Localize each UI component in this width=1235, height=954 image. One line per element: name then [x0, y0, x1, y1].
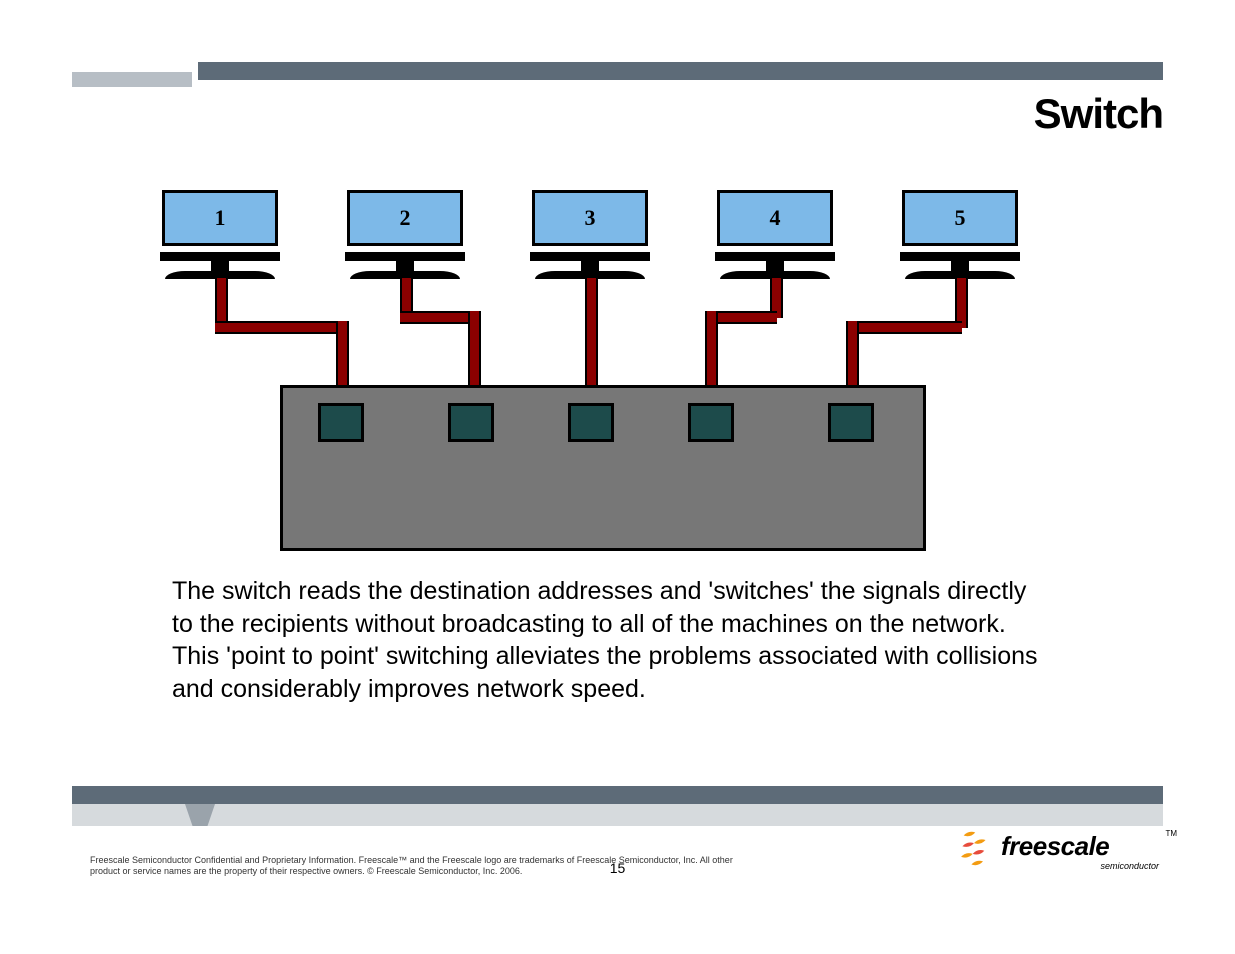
footer-accent-light	[72, 804, 1163, 826]
footer-accent-dark	[72, 786, 1163, 804]
monitor-label: 5	[955, 205, 966, 231]
logo-subtitle: semiconductor	[1100, 861, 1159, 871]
header-accent-dark	[198, 62, 1163, 80]
logo-tm: TM	[1165, 829, 1177, 838]
switch-port	[828, 403, 874, 442]
page-title: Switch	[1034, 90, 1163, 138]
freescale-logo: freescale semiconductor TM	[953, 825, 1163, 869]
monitor-label: 4	[770, 205, 781, 231]
freescale-logo-icon	[953, 825, 997, 869]
cable-segment	[846, 321, 962, 334]
logo-brand: freescale	[1001, 835, 1109, 858]
network-switch-diagram: 1 2 3 4 5	[150, 190, 1030, 560]
switch-port	[318, 403, 364, 442]
cable-segment	[400, 311, 475, 324]
switch-port	[448, 403, 494, 442]
monitor-label: 3	[585, 205, 596, 231]
paragraph-1: The switch reads the destination address…	[172, 575, 1042, 640]
monitor-4: 4	[705, 190, 845, 279]
header-accent-light	[72, 72, 192, 87]
paragraph-2: This 'point to point' switching alleviat…	[172, 640, 1042, 705]
monitor-2: 2	[335, 190, 475, 279]
body-text: The switch reads the destination address…	[172, 575, 1042, 705]
monitor-label: 1	[215, 205, 226, 231]
monitor-3: 3	[520, 190, 660, 279]
monitor-1: 1	[150, 190, 290, 279]
monitor-5: 5	[890, 190, 1030, 279]
monitor-label: 2	[400, 205, 411, 231]
switch-port	[568, 403, 614, 442]
switch-port	[688, 403, 734, 442]
switch-device	[280, 385, 926, 551]
cable-segment	[215, 321, 343, 334]
